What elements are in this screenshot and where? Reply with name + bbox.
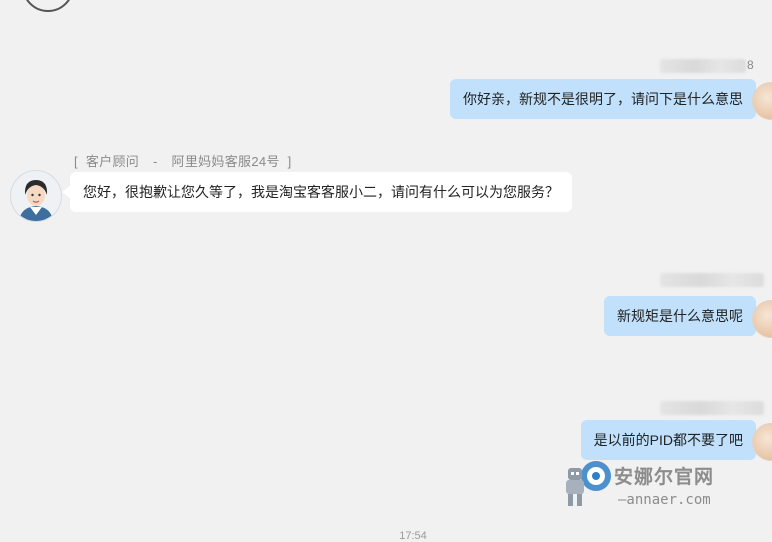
- sender-name-blurred: [660, 273, 764, 287]
- watermark: 安娜尔官网 —annaer.com: [560, 458, 740, 510]
- sender-name-blurred: [660, 59, 746, 73]
- message-text: 你好亲，新规不是很明了，请问下是什么意思: [463, 91, 743, 107]
- agent-label-bracket-open: [: [74, 154, 78, 169]
- message-bubble-incoming[interactable]: 您好，很抱歉让您久等了，我是淘宝客客服小二，请问有什么可以为您服务？: [62, 172, 572, 212]
- watermark-url: —annaer.com: [618, 492, 711, 508]
- message-bubble-outgoing[interactable]: 是以前的PID都不要了吧: [580, 420, 765, 460]
- message-text: 新规矩是什么意思呢: [617, 308, 743, 324]
- watermark-title: 安娜尔官网: [614, 467, 715, 488]
- message-bubble-outgoing[interactable]: 新规矩是什么意思呢: [604, 296, 764, 336]
- agent-label-separator: -: [152, 154, 158, 169]
- agent-name: 阿里妈妈客服24号: [171, 154, 280, 169]
- top-avatar-circle: [22, 0, 74, 12]
- message-bubble-outgoing[interactable]: 你好亲，新规不是很明了，请问下是什么意思: [450, 79, 764, 119]
- agent-label: [ 客户顾问 - 阿里妈妈客服24号 ]: [74, 151, 292, 170]
- message-text: 是以前的PID都不要了吧: [593, 432, 743, 448]
- agent-label-bracket-close: ]: [287, 154, 292, 169]
- message-text: 您好，很抱歉让您久等了，我是淘宝客客服小二，请问有什么可以为您服务？: [83, 184, 559, 200]
- sender-name-suffix: 8: [747, 58, 754, 72]
- message-timestamp: 17:54: [399, 530, 427, 542]
- agent-avatar[interactable]: [10, 170, 62, 222]
- agent-avatar-image: [11, 171, 61, 221]
- sender-name-blurred: [660, 401, 764, 415]
- agent-role: 客户顾问: [85, 154, 140, 169]
- robot-logo-icon: [566, 461, 611, 506]
